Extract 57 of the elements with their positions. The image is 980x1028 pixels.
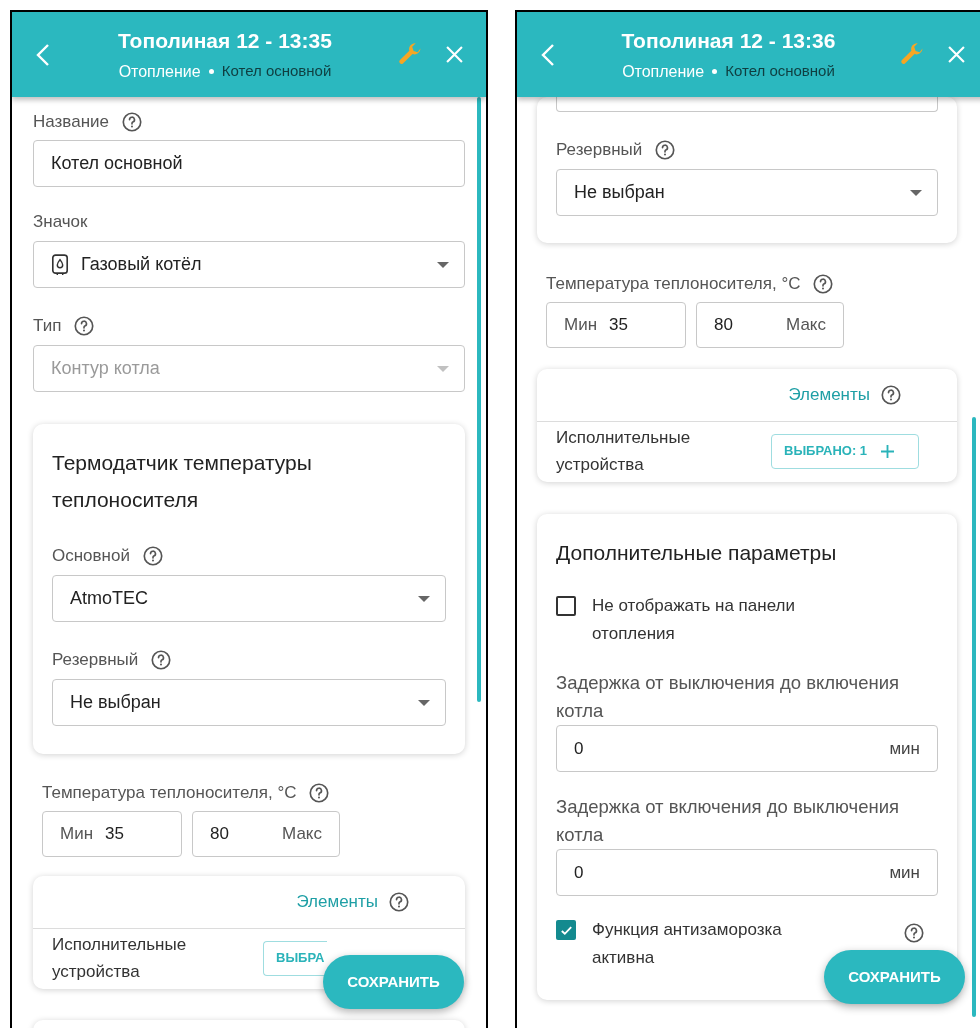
- dropdown-caret-icon: [418, 595, 430, 602]
- select-field[interactable]: Не выбран: [556, 169, 938, 216]
- select-field[interactable]: AtmoTEC: [52, 575, 446, 622]
- checkbox[interactable]: [556, 920, 576, 940]
- field-label: Задержка от включения до выключения котла: [556, 795, 901, 847]
- min-temperature-field[interactable]: Мин 35: [42, 811, 182, 857]
- max-temperature-field[interactable]: 80 Макс: [696, 302, 844, 348]
- field-label: Тип: [33, 315, 62, 338]
- row-label: Исполнительные устройства: [556, 427, 692, 476]
- breadcrumb-current: Котел основной: [725, 61, 835, 82]
- select-field[interactable]: [556, 97, 938, 112]
- scrollbar[interactable]: [477, 97, 481, 702]
- min-temperature-field[interactable]: Мин 35: [546, 302, 686, 348]
- checkbox-label: Не отображать на панели отопления: [592, 595, 796, 645]
- header-title: Тополиная 12 - 13:35: [118, 27, 332, 54]
- header-title: Тополиная 12 - 13:36: [621, 27, 836, 54]
- number-input-field[interactable]: 0 мин: [556, 725, 938, 772]
- field-label: Температура теплоносителя, °C: [546, 273, 801, 296]
- close-icon: [445, 46, 463, 63]
- elements-title: Элементы: [788, 384, 870, 407]
- help-icon[interactable]: [120, 111, 143, 133]
- checkbox-label: Функция антизаморозка активна: [592, 919, 783, 969]
- help-icon[interactable]: [150, 649, 173, 671]
- help-icon[interactable]: [654, 139, 677, 161]
- field-label: Температура теплоносителя, °C: [42, 782, 297, 805]
- field-label: Основной: [52, 545, 130, 568]
- field-label: Название: [33, 111, 109, 134]
- dropdown-caret-icon: [910, 189, 922, 196]
- scrollbar[interactable]: [972, 417, 976, 1017]
- row-label: Исполнительные устройства: [52, 934, 188, 983]
- breadcrumb-current: Котел основной: [221, 61, 332, 82]
- help-icon[interactable]: [141, 545, 164, 567]
- max-temperature-field[interactable]: 80 Макс: [192, 811, 340, 857]
- back-icon: [36, 42, 50, 67]
- help-icon[interactable]: [308, 782, 331, 804]
- field-label: Значок: [33, 211, 88, 234]
- text-input-field[interactable]: Котел основной: [33, 140, 465, 187]
- field-label: Резервный: [52, 649, 139, 672]
- help-icon[interactable]: [903, 922, 925, 944]
- card-title: Термодатчик температуры теплоносителя: [52, 450, 313, 513]
- select-field: Контур котла: [33, 345, 465, 392]
- field-label: Задержка от выключения до включения котла: [556, 671, 901, 723]
- field-label: Резервный: [556, 139, 643, 162]
- help-icon[interactable]: [388, 891, 410, 913]
- back-icon: [541, 42, 555, 67]
- number-input-field[interactable]: 0 мин: [556, 849, 938, 896]
- elements-title: Элементы: [296, 891, 378, 914]
- select-field[interactable]: Не выбран: [52, 679, 446, 726]
- help-icon[interactable]: [812, 273, 835, 295]
- dropdown-caret-icon: [437, 261, 449, 268]
- checkbox[interactable]: [556, 596, 576, 616]
- select-field[interactable]: Газовый котёл: [33, 241, 465, 288]
- close-icon: [947, 46, 965, 63]
- card-title: Дополнительные параметры: [556, 540, 838, 566]
- dropdown-caret-icon: [437, 365, 449, 372]
- dropdown-caret-icon: [418, 699, 430, 706]
- help-icon[interactable]: [880, 384, 902, 406]
